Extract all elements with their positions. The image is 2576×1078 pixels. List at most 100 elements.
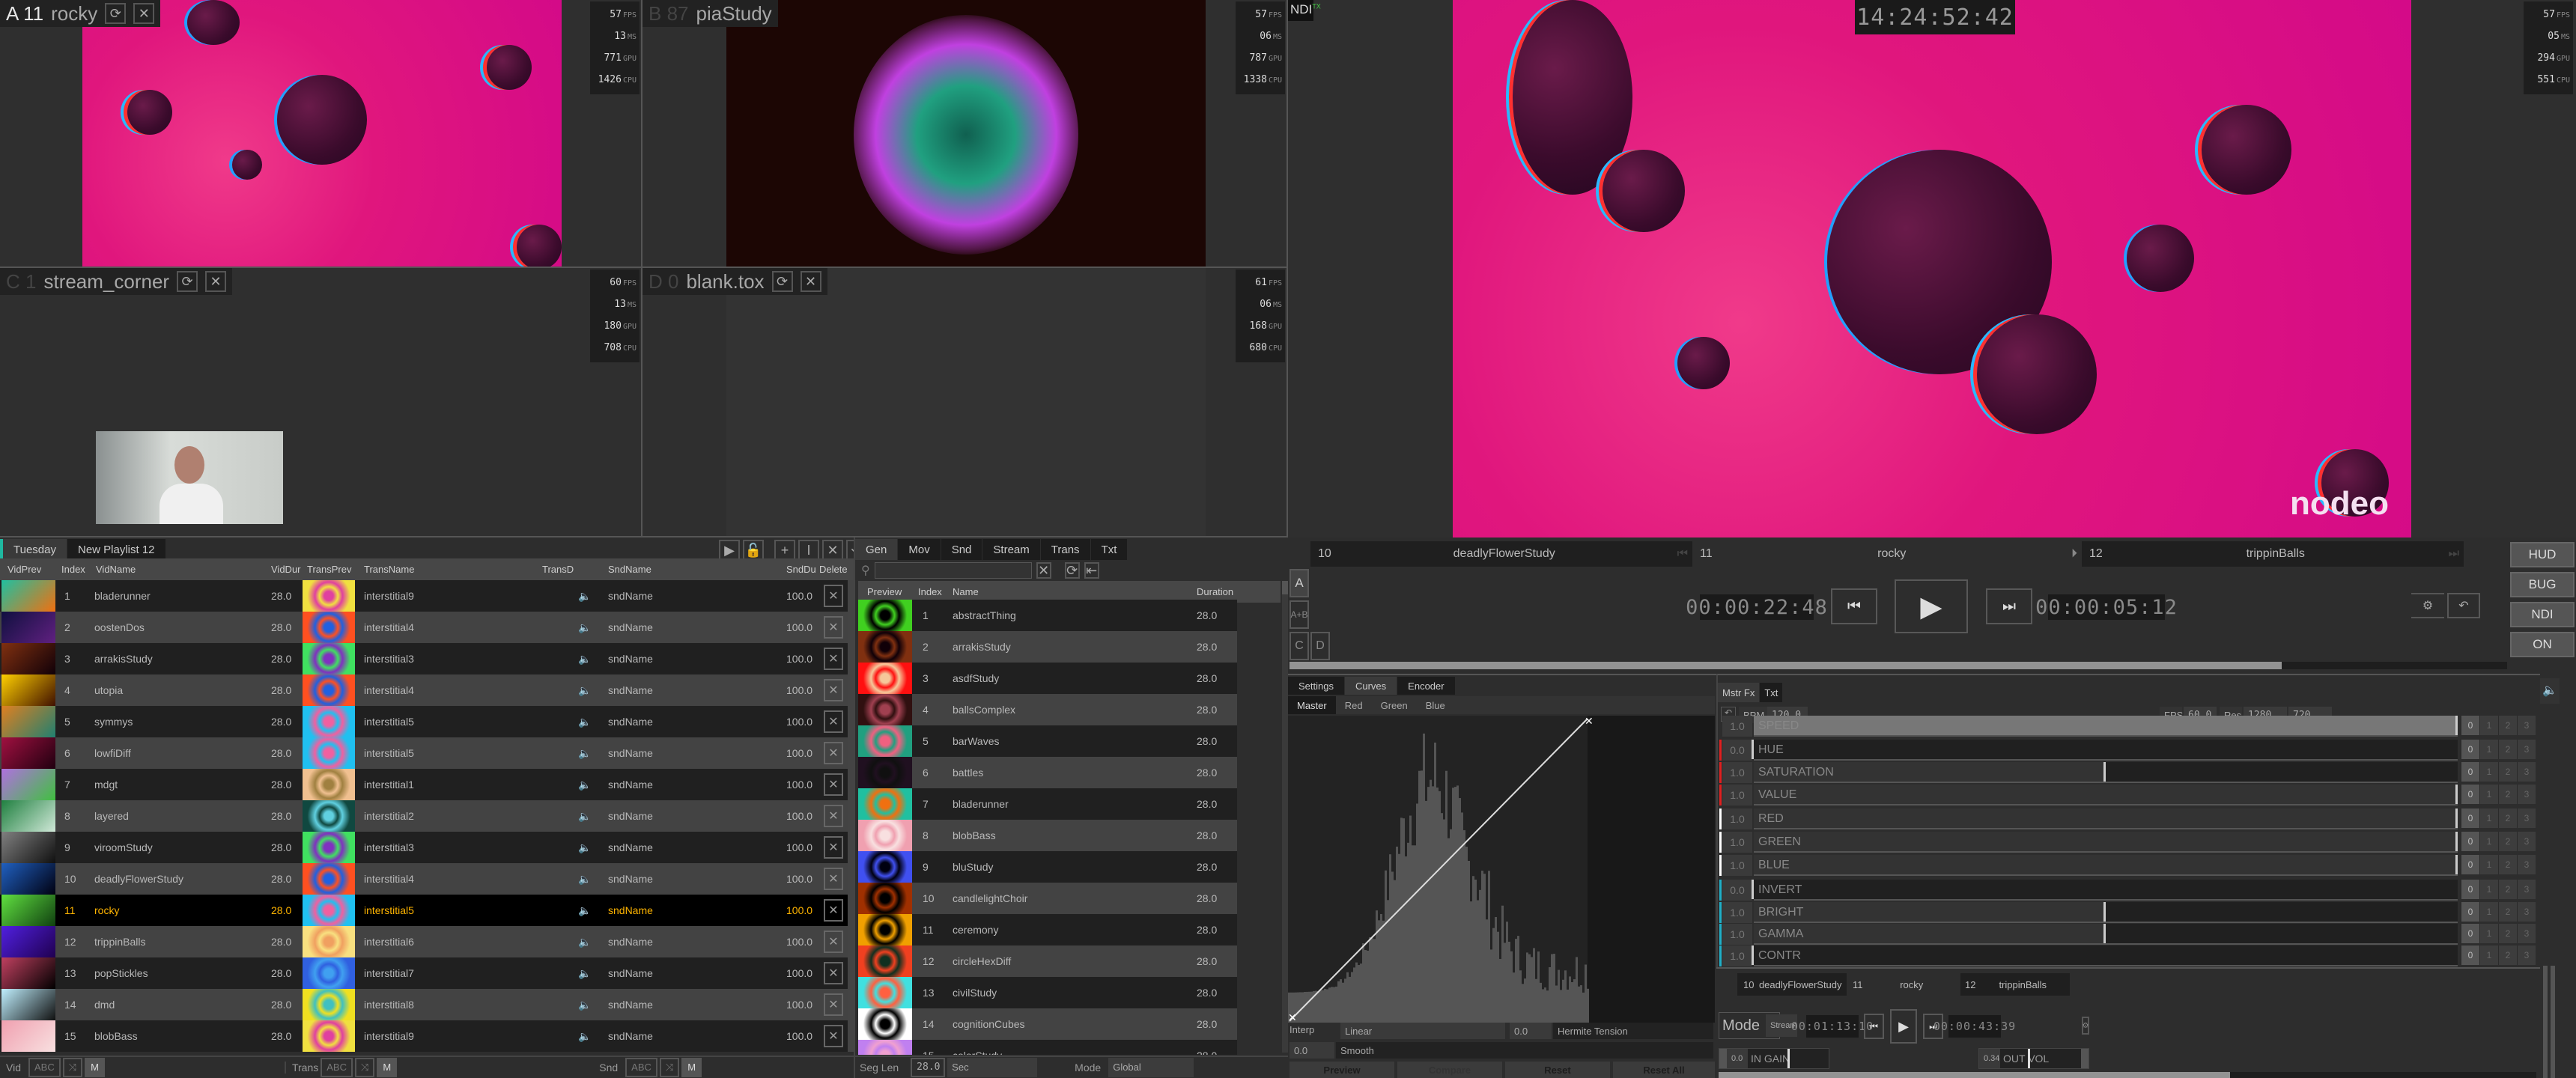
close-icon[interactable]: ✕ — [205, 271, 227, 292]
slider-value[interactable]: 0.0 — [1722, 740, 1752, 761]
preset-button[interactable]: 0 — [2461, 762, 2479, 782]
library-row[interactable]: 12 circleHexDiff 28.0 — [858, 945, 1237, 977]
speaker-icon[interactable]: 🔈 — [578, 904, 591, 917]
stream-progress[interactable] — [1719, 1072, 2536, 1078]
layer-ab-button[interactable]: A+B — [1289, 600, 1309, 629]
delete-button[interactable]: ✕ — [824, 899, 843, 922]
library-row[interactable]: 10 candlelightChoir 28.0 — [858, 883, 1237, 914]
compare-button[interactable]: Compare — [1397, 1062, 1502, 1078]
slider-value[interactable]: 1.0 — [1722, 832, 1752, 853]
slider-value[interactable]: 0.0 — [1722, 880, 1752, 901]
preset-button[interactable]: 2 — [2498, 902, 2517, 922]
preset-button[interactable]: 1 — [2479, 832, 2498, 851]
preset-button[interactable]: 1 — [2479, 716, 2498, 735]
close-icon[interactable]: ✕ — [800, 271, 821, 292]
out-vol-slider[interactable]: 0.34 OUT VOL — [1978, 1048, 2089, 1069]
preset-button[interactable]: 0 — [2461, 855, 2479, 874]
speaker-icon[interactable]: 🔈 — [578, 653, 591, 666]
manual-button[interactable]: M — [377, 1057, 398, 1077]
settings-gear-icon[interactable]: ⚙ — [2411, 593, 2444, 618]
smooth-slider[interactable]: Smooth — [1336, 1042, 1713, 1059]
playlist-row[interactable]: 1 bladerunner 28.0 interstitial9 🔈 sndName 100… — [0, 580, 848, 612]
play-button[interactable]: ▶ — [1895, 579, 1968, 633]
hermite-tension-slider[interactable]: Hermite Tension — [1553, 1023, 1713, 1039]
library-row[interactable]: 14 cognitionCubes 28.0 — [858, 1008, 1237, 1040]
delete-button[interactable]: ✕ — [824, 868, 843, 890]
playlist-row[interactable]: 6 lowfiDiff 28.0 interstitial5 🔈 sndName 100.0… — [0, 737, 848, 769]
slider-track[interactable]: GAMMA — [1754, 924, 2458, 945]
speaker-icon[interactable]: 🔈 — [578, 747, 591, 760]
clear-search-icon[interactable]: ✕ — [1036, 562, 1051, 579]
fx-slider-contr[interactable]: 1.0 CONTR 0 1 2 3 — [1719, 945, 2539, 966]
fx-slider-invert[interactable]: 0.0 INVERT 0 1 2 3 — [1719, 880, 2539, 901]
shuffle-icon[interactable]: ⤨ — [354, 1057, 375, 1077]
unit-select[interactable]: Sec — [947, 1057, 1038, 1077]
library-tab-gen[interactable]: Gen — [855, 539, 899, 560]
import-icon[interactable]: ⇤ — [1084, 562, 1099, 579]
slider-track[interactable]: BLUE — [1754, 855, 2458, 876]
prev-track[interactable]: 10 deadlyFlowerStudy — [1737, 973, 1847, 996]
library-tab-trans[interactable]: Trans — [1040, 539, 1091, 560]
slider-track[interactable]: INVERT — [1752, 880, 2458, 901]
speaker-icon[interactable]: 🔈 — [578, 810, 591, 823]
preset-button[interactable]: 0 — [2461, 808, 2479, 828]
current-track[interactable]: 11 rocky — [1848, 973, 1960, 996]
slider-track[interactable]: HUE — [1752, 740, 2458, 761]
playlist-tab[interactable]: Tuesday — [0, 539, 67, 560]
preset-button[interactable]: 2 — [2498, 808, 2517, 828]
speaker-icon[interactable]: 🔈 — [2540, 678, 2560, 704]
slider-handle[interactable] — [2103, 924, 2106, 943]
preset-button[interactable]: 3 — [2517, 924, 2536, 943]
playlist-row[interactable]: 7 mdgt 28.0 interstitial1 🔈 sndName 100.0 ✕ — [0, 769, 848, 800]
curve-editor[interactable]: ✕ ✕ — [1288, 715, 1715, 1023]
playlist-row[interactable]: 10 deadlyFlowerStudy 28.0 interstitial4 🔈 snd… — [0, 863, 848, 895]
playlist-row[interactable]: 8 layered 28.0 interstitial2 🔈 sndName 100.0 ✕ — [0, 800, 848, 832]
preset-button[interactable]: 2 — [2498, 716, 2517, 735]
delete-button[interactable]: ✕ — [824, 616, 843, 639]
speaker-icon[interactable]: 🔈 — [578, 967, 591, 980]
preset-button[interactable]: 0 — [2461, 785, 2479, 804]
preset-button[interactable]: 0 — [2461, 902, 2479, 922]
playback-progress[interactable] — [1289, 662, 2507, 669]
curves-tab-settings[interactable]: Settings — [1288, 677, 1345, 695]
fx-slider-gamma[interactable]: 1.0 GAMMA 0 1 2 3 — [1719, 924, 2539, 945]
preset-button[interactable]: 0 — [2461, 945, 2479, 965]
slider-handle[interactable] — [2455, 716, 2458, 735]
delete-button[interactable]: ✕ — [824, 931, 843, 953]
delete-button[interactable]: ✕ — [824, 773, 843, 796]
unlock-icon[interactable]: 🔓 — [743, 540, 764, 561]
delete-button[interactable]: ✕ — [824, 679, 843, 701]
slider-value[interactable]: 1.0 — [1722, 762, 1752, 783]
preset-button[interactable]: 1 — [2479, 924, 2498, 943]
delete-button[interactable]: ✕ — [824, 805, 843, 827]
preset-button[interactable]: 1 — [2479, 808, 2498, 828]
sort-abc-button[interactable]: ABC — [321, 1057, 353, 1077]
next-button[interactable]: ⏭ — [1986, 588, 2032, 624]
scrollbar[interactable] — [1282, 581, 1288, 1053]
smooth-value[interactable]: 0.0 — [1289, 1042, 1334, 1059]
preset-button[interactable]: 2 — [2498, 785, 2517, 804]
slider-handle[interactable] — [2455, 808, 2458, 828]
preset-button[interactable]: 2 — [2498, 880, 2517, 899]
preset-button[interactable]: 3 — [2517, 902, 2536, 922]
delete-button[interactable]: ✕ — [824, 742, 843, 764]
preview-a[interactable]: A 11 rocky ⟳ ✕ 57 FPS 13 MS 771 GPU 1426 CPU — [0, 0, 643, 268]
slider-track[interactable]: CONTR — [1752, 945, 2458, 966]
playlist-row[interactable]: 4 utopia 28.0 interstitial4 🔈 sndName 100.0 ✕ — [0, 674, 848, 706]
reset-button[interactable]: Reset — [1505, 1062, 1610, 1078]
layer-a-button[interactable]: A — [1289, 569, 1309, 597]
channel-tab-blue[interactable]: Blue — [1417, 696, 1454, 714]
library-row[interactable]: 7 bladerunner 28.0 — [858, 788, 1237, 820]
preset-button[interactable]: 1 — [2479, 945, 2498, 965]
sort-abc-button[interactable]: ABC — [28, 1057, 61, 1077]
previous-button[interactable]: ⏮ — [1831, 588, 1877, 624]
scrollbar[interactable] — [848, 580, 854, 1052]
speaker-icon[interactable]: 🔈 — [578, 999, 591, 1011]
slider-handle[interactable] — [2103, 762, 2106, 782]
delete-button[interactable]: ✕ — [824, 710, 843, 733]
preset-button[interactable]: 0 — [2461, 740, 2479, 759]
preview-d[interactable]: D 0 blank.tox ⟳ ✕ 61 FPS 06 MS 168 GPU 680 CPU — [643, 268, 1288, 538]
slider-value[interactable]: 1.0 — [1722, 855, 1752, 876]
fx-tab[interactable]: Txt — [1760, 683, 1784, 702]
library-tab-stream[interactable]: Stream — [982, 539, 1041, 560]
